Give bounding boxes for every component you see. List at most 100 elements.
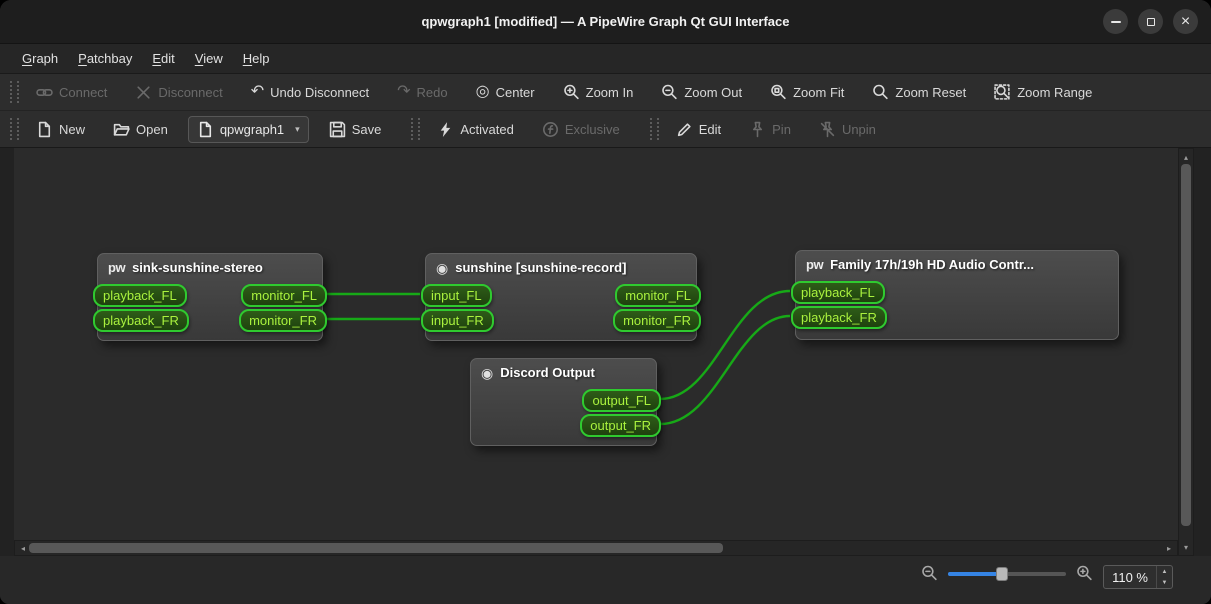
node-header: pw sink-sunshine-stereo [98,254,322,275]
unpin-button: Unpin [811,116,884,143]
menu-graph-label: raph [32,51,59,66]
graph-canvas[interactable]: pw sink-sunshine-stereo playback_FL play… [14,148,1178,540]
port-monitor_FL[interactable]: monitor_FL [615,284,701,307]
statusbar: 110 % ▲ ▼ [0,556,1211,604]
zoom-slider-fill [948,572,1001,576]
spin-down-button[interactable]: ▼ [1157,577,1172,588]
horizontal-scrollbar[interactable]: ◂ ▸ [14,540,1178,556]
zoom-in-label: Zoom In [585,84,634,100]
disconnect-button: Disconnect [127,79,230,106]
menu-help-label: elp [252,51,270,66]
workarea: pw sink-sunshine-stereo playback_FL play… [0,148,1211,556]
vertical-scrollbar-thumb[interactable] [1181,164,1191,526]
connect-button: Connect [28,79,115,106]
port-output_FR[interactable]: output_FR [580,414,661,437]
edit-button[interactable]: Edit [668,116,729,143]
disconnect-icon [137,85,151,99]
close-button[interactable]: × [1173,9,1198,34]
zoom-in-icon [563,84,579,99]
toolbar-handle[interactable] [411,118,421,140]
new-button[interactable]: New [28,116,93,143]
scroll-up-arrow[interactable]: ▴ [1179,150,1193,164]
menu-view[interactable]: View [185,47,233,70]
port-playback_FL[interactable]: playback_FL [791,281,885,304]
pipewire-icon: pw [108,260,126,275]
node-header: ◉ Discord Output [471,359,656,380]
menu-graph[interactable]: Graph [12,47,68,70]
open-folder-icon [113,123,130,136]
window-title: qpwgraph1 [modified] — A PipeWire Graph … [421,14,790,29]
scroll-left-arrow[interactable]: ◂ [16,541,30,555]
record-icon: ◉ [481,364,494,381]
pipewire-icon: pw [806,257,824,272]
unpin-label: Unpin [841,121,876,137]
center-icon: ◎ [475,83,490,100]
connect-icon [36,88,53,96]
patchbay-toolbar: New Open qpwgraph1 ▾ Save Activated Excl… [0,111,1211,148]
scroll-down-arrow[interactable]: ▾ [1179,540,1193,554]
menu-help[interactable]: Help [233,47,280,70]
node-discord-output[interactable]: ◉ Discord Output output_FL output_FR [470,358,661,446]
port-output_FL[interactable]: output_FL [582,389,661,412]
redo-button: ↷ Redo [389,79,455,105]
port-playback_FL[interactable]: playback_FL [93,284,187,307]
exclusive-icon [542,121,558,137]
zoom-in-button[interactable]: Zoom In [555,79,642,106]
maximize-button[interactable] [1138,9,1163,34]
chevron-down-icon: ▾ [295,123,300,134]
node-sink-sunshine-stereo[interactable]: pw sink-sunshine-stereo playback_FL play… [93,253,327,341]
node-header: pw Family 17h/19h HD Audio Contr... [796,251,1118,272]
menu-patchbay[interactable]: Patchbay [68,47,142,70]
minimize-icon [1110,20,1121,23]
menu-edit[interactable]: Edit [142,47,184,70]
edit-label: Edit [698,121,722,137]
save-icon [329,121,345,137]
port-input_FL[interactable]: input_FL [421,284,492,307]
zoom-value: 110 % [1112,569,1148,585]
toolbar-handle[interactable] [649,118,659,140]
zoom-spinbox[interactable]: 110 % ▲ ▼ [1103,565,1173,589]
titlebar[interactable]: qpwgraph1 [modified] — A PipeWire Graph … [0,0,1211,44]
pin-button: Pin [741,116,799,143]
undo-disconnect-label: Undo Disconnect [270,84,370,100]
zoom-slider[interactable] [948,566,1067,582]
zoom-reset-icon [873,84,889,99]
node-title: sunshine [sunshine-record] [455,260,627,275]
save-button[interactable]: Save [321,116,390,143]
patchbay-selector[interactable]: qpwgraph1 ▾ [187,115,309,143]
undo-disconnect-button[interactable]: ↶ Undo Disconnect [243,79,377,105]
app-window: qpwgraph1 [modified] — A PipeWire Graph … [0,0,1211,604]
close-icon: × [1180,12,1191,30]
open-button[interactable]: Open [105,116,176,143]
zoom-out-button[interactable]: Zoom Out [653,79,750,106]
open-label: Open [136,121,168,137]
horizontal-scrollbar-thumb[interactable] [29,543,723,553]
spin-up-button[interactable]: ▲ [1157,566,1172,577]
port-monitor_FR[interactable]: monitor_FR [613,309,701,332]
menu-graph-mnemonic: G [22,51,33,66]
node-family-hd-audio[interactable]: pw Family 17h/19h HD Audio Contr... play… [791,250,1119,340]
zoom-slider-handle[interactable] [996,567,1009,581]
zoom-reset-button[interactable]: Zoom Reset [864,79,974,106]
zoom-range-button[interactable]: Zoom Range [986,79,1100,106]
center-button[interactable]: ◎ Center [468,79,543,105]
port-playback_FR[interactable]: playback_FR [791,306,887,329]
zoom-range-label: Zoom Range [1017,84,1093,100]
port-monitor_FR[interactable]: monitor_FR [239,309,327,332]
zoom-fit-button[interactable]: Zoom Fit [762,79,852,106]
node-title: Discord Output [500,365,595,380]
port-input_FR[interactable]: input_FR [421,309,494,332]
vertical-scrollbar[interactable]: ▴ ▾ [1178,148,1194,556]
port-playback_FR[interactable]: playback_FR [93,309,189,332]
port-monitor_FL[interactable]: monitor_FL [241,284,327,307]
minimize-button[interactable] [1103,9,1128,34]
scroll-right-arrow[interactable]: ▸ [1162,541,1176,555]
window-controls: × [1103,0,1198,43]
patchbay-file-icon [199,121,211,137]
node-sunshine[interactable]: ◉ sunshine [sunshine-record] input_FL in… [421,253,701,341]
toolbar-handle[interactable] [10,118,19,140]
activated-button[interactable]: Activated [429,116,521,143]
toolbar-handle[interactable] [10,81,19,103]
maximize-icon [1146,17,1155,26]
zoom-out-icon [662,84,677,99]
